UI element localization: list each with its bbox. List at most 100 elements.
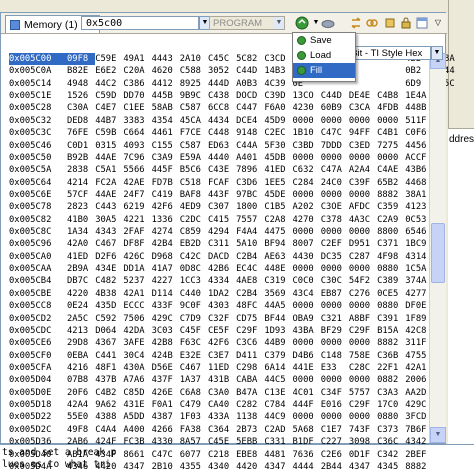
memory-word[interactable]: B1DF (293, 436, 321, 448)
memory-word[interactable]: D56E (152, 362, 180, 374)
memory-word[interactable]: 30C4 (123, 350, 151, 362)
memory-word[interactable]: 3383 (123, 115, 151, 127)
memory-word[interactable]: 41ED (264, 164, 292, 176)
memory-word[interactable]: C3CA (349, 102, 377, 114)
memory-word[interactable]: C438 (208, 90, 236, 102)
memory-word[interactable]: C331 (264, 436, 292, 448)
memory-word[interactable]: C3C6 (236, 337, 264, 349)
memory-word[interactable]: C467 (180, 362, 208, 374)
memory-word[interactable]: 434E (95, 263, 123, 275)
memory-word[interactable]: 44C5 (264, 374, 292, 386)
memory-word[interactable]: C155 (152, 140, 180, 152)
memory-word[interactable]: C34F (321, 387, 349, 399)
memory-word[interactable]: DCE4 (236, 115, 264, 127)
memory-word[interactable]: 42B6 (208, 263, 236, 275)
memory-word[interactable]: C441 (95, 350, 123, 362)
memory-word[interactable]: 7557 (236, 214, 264, 226)
memory-word[interactable]: 42B8 (152, 337, 180, 349)
memory-word[interactable]: 4274 (152, 226, 180, 238)
memory-word[interactable]: 0000 (377, 115, 405, 127)
memory-word[interactable]: C13E (264, 387, 292, 399)
memory-word[interactable]: 4367 (95, 337, 123, 349)
memory-word[interactable]: 76FE (67, 127, 95, 139)
memory-word[interactable]: 9148 (236, 127, 264, 139)
memory-word[interactable]: C859 (180, 226, 208, 238)
memory-word[interactable]: 4461 (152, 127, 180, 139)
memory-word[interactable]: 429C (152, 313, 180, 325)
memory-word[interactable]: 424F (95, 436, 123, 448)
memory-word[interactable]: 2A10 (180, 53, 208, 65)
memory-word[interactable]: BF94 (264, 238, 292, 250)
memory-word[interactable]: 42F6 (208, 337, 236, 349)
memory-word[interactable]: 0000 (349, 411, 377, 423)
memory-word[interactable]: 1B10 (293, 127, 321, 139)
memory-word[interactable]: 0000 (349, 115, 377, 127)
memory-word[interactable]: 0000 (293, 411, 321, 423)
memory-word[interactable]: C284 (293, 177, 321, 189)
memory-word[interactable]: C587 (180, 102, 208, 114)
menu-item-load[interactable]: Load (293, 48, 355, 63)
memory-word[interactable]: 2838 (67, 164, 95, 176)
memory-word[interactable]: 42A4 (67, 399, 95, 411)
memory-word[interactable]: 49F8 (67, 424, 95, 436)
memory-word[interactable]: 1EE5 (264, 177, 292, 189)
memory-word[interactable]: D2F6 (95, 251, 123, 263)
memory-word[interactable]: C28C (349, 362, 377, 374)
memory-word[interactable]: 5237 (123, 275, 151, 287)
memory-word[interactable]: C29F (236, 325, 264, 337)
memory-word[interactable]: C4B1 (377, 127, 405, 139)
memory-word[interactable]: 4347 (349, 461, 377, 473)
memory-word[interactable]: 0000 (349, 189, 377, 201)
memory-word[interactable]: ED63 (208, 140, 236, 152)
memory-word[interactable]: 3C03 (152, 325, 180, 337)
memory-word[interactable]: C43E (208, 164, 236, 176)
memory-word[interactable]: 5A68 (293, 424, 321, 436)
cloud-icon[interactable] (321, 16, 335, 30)
memory-word[interactable]: 435D (95, 300, 123, 312)
memory-word[interactable]: C47A (321, 164, 349, 176)
memory-word[interactable]: C3OE (321, 201, 349, 213)
memory-word[interactable]: C4B2 (95, 387, 123, 399)
memory-word[interactable]: 45DB (264, 152, 292, 164)
memory-word[interactable]: C218 (208, 449, 236, 461)
memory-word[interactable]: C307 (208, 201, 236, 213)
memory-word[interactable]: DD70 (123, 90, 151, 102)
memory-word[interactable]: 42A0 (67, 238, 95, 250)
memory-word[interactable]: BF29 (321, 325, 349, 337)
memory-word[interactable]: A7A6 (123, 374, 151, 386)
memory-word[interactable]: 8800 (377, 226, 405, 238)
memory-word[interactable]: C3D6 (236, 177, 264, 189)
memory-word[interactable]: 7C96 (123, 152, 151, 164)
memory-word[interactable]: DED8 (67, 115, 95, 127)
memory-word[interactable]: 44C9 (264, 411, 292, 423)
memory-word[interactable]: C389 (377, 275, 405, 287)
memory-word[interactable]: DF8F (123, 238, 151, 250)
memory-word[interactable]: C2B4 (236, 288, 264, 300)
memory-word[interactable]: 4294 (208, 226, 236, 238)
memory-word[interactable]: D951 (349, 238, 377, 250)
memory-word[interactable]: 0000 (293, 300, 321, 312)
memory-word[interactable]: C85D (123, 387, 151, 399)
memory-word[interactable]: C47C (321, 127, 349, 139)
memory-word[interactable]: OBA9 (293, 313, 321, 325)
memory-word[interactable]: 445B (152, 90, 180, 102)
memory-word[interactable]: 4347 (123, 461, 151, 473)
memory-word[interactable]: B92B (67, 152, 95, 164)
memory-word[interactable]: A0B3 (236, 78, 264, 90)
memory-word[interactable]: 1526 (67, 90, 95, 102)
memory-word[interactable]: 4620 (152, 65, 180, 77)
memory-word[interactable]: C479 (180, 399, 208, 411)
memory-word[interactable]: 5566 (123, 164, 151, 176)
memory-word[interactable]: C282 (236, 399, 264, 411)
memory-word[interactable]: 0315 (95, 140, 123, 152)
memory-word[interactable]: 1138 (236, 411, 264, 423)
memory-word[interactable]: FC2A (95, 177, 123, 189)
memory-word[interactable]: 445F (152, 164, 180, 176)
memory-word[interactable]: C7D9 (180, 313, 208, 325)
memory-word[interactable]: 0000 (349, 300, 377, 312)
memory-word[interactable]: 433A (208, 411, 236, 423)
memory-word[interactable]: 1A37 (180, 374, 208, 386)
memory-word[interactable]: 44C2 (95, 78, 123, 90)
memory-word[interactable]: 758E (349, 350, 377, 362)
memory-word[interactable]: 4440 (208, 152, 236, 164)
